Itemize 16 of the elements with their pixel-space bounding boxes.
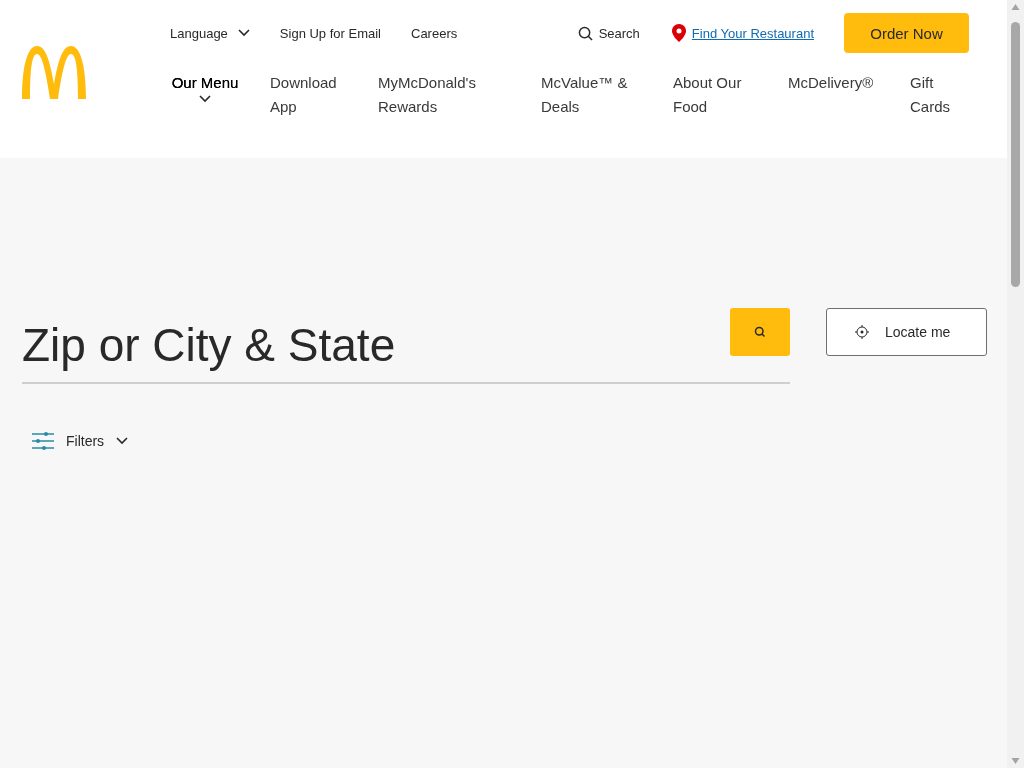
nav-item[interactable]: Gift Cards [910,71,960,119]
nav-item[interactable]: McValue™ & Deals [541,71,643,119]
filters-button[interactable]: Filters [32,432,129,450]
nav-item[interactable]: Download App [270,71,348,119]
nav-item[interactable]: Our Menu [170,71,240,119]
nav-item[interactable]: About Our Food [673,71,758,119]
header-link[interactable]: Careers [411,25,458,41]
nav-item[interactable]: MyMcDonald's Rewards [378,71,511,119]
find-restaurant-link[interactable]: Find Your Restaurant [691,25,814,41]
language-dropdown[interactable]: Language [170,25,250,41]
header-link[interactable]: Sign Up for Email [279,25,381,41]
order-now-button[interactable]: Order Now [844,13,969,53]
locate-me-button[interactable]: Locate me [826,308,987,356]
search-link[interactable]: Search [577,25,640,41]
nav-item[interactable]: McDelivery® [788,71,880,119]
location-search-field[interactable]: Zip or City & State [22,308,722,382]
